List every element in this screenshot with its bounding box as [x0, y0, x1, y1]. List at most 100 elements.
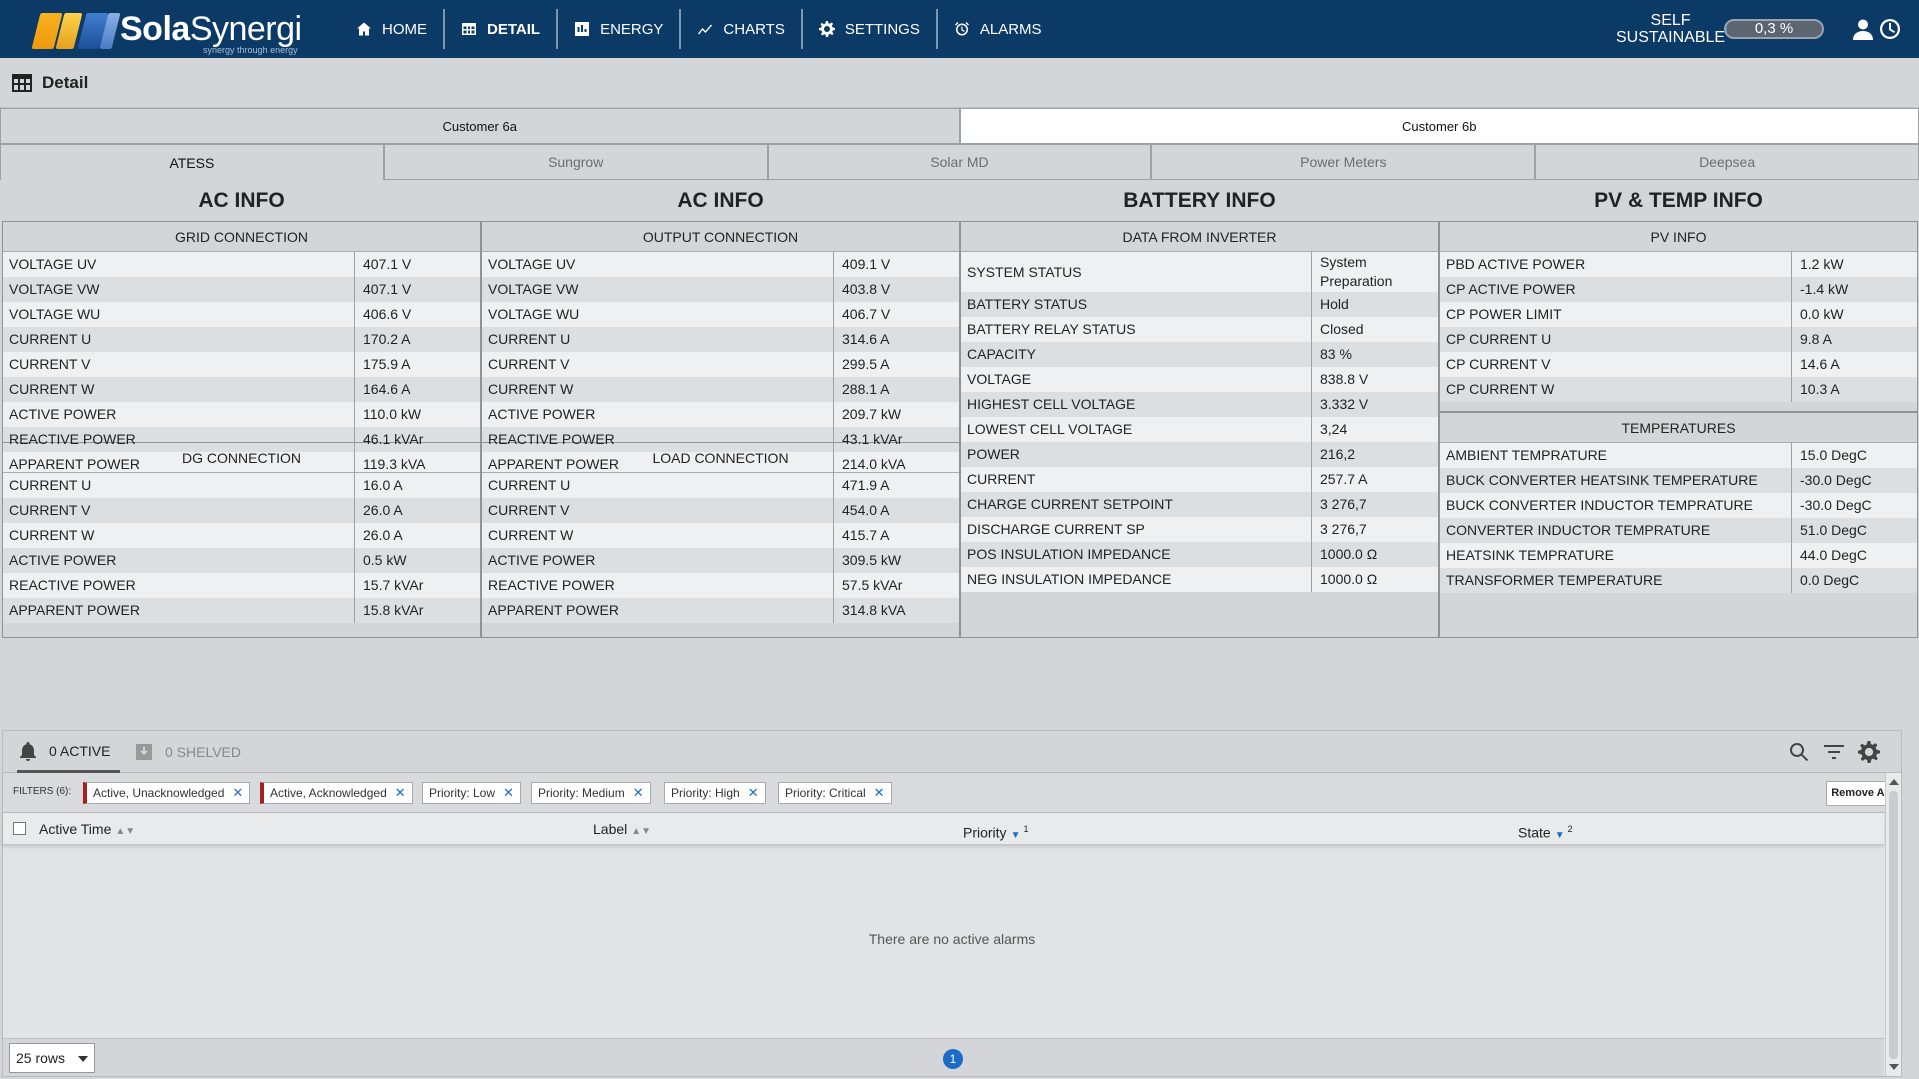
row-label: POS INSULATION IMPEDANCE	[961, 542, 1312, 567]
nav-charts[interactable]: CHARTS	[681, 9, 803, 49]
row-value: 403.8 V	[842, 281, 891, 297]
data-row: HEATSINK TEMPRATURE 44.0 DegC	[1440, 543, 1917, 568]
search-icon[interactable]	[1788, 741, 1810, 763]
nav-alarms[interactable]: ALARMS	[938, 9, 1058, 49]
row-value: 43.1 kVAr	[842, 431, 903, 447]
nav-settings[interactable]: SETTINGS	[803, 9, 938, 49]
row-label: BATTERY RELAY STATUS	[961, 317, 1312, 342]
gear-icon	[818, 21, 835, 37]
row-value: System Preparation	[1320, 254, 1393, 289]
row-value: 16.0 A	[363, 477, 403, 493]
close-icon[interactable]: ✕	[503, 785, 514, 800]
row-value: 471.9 A	[842, 477, 890, 493]
nav-detail-label: DETAIL	[487, 20, 541, 38]
data-row: VOLTAGE 838.8 V	[961, 367, 1438, 392]
filter-chip[interactable]: Priority: Medium ✕	[531, 782, 651, 804]
row-value: 15.8 kVAr	[363, 602, 424, 618]
row-value: 164.6 A	[363, 381, 411, 397]
row-value: -1.4 kW	[1800, 281, 1849, 297]
tab-shelved-alarms[interactable]: 0 SHELVED	[133, 731, 241, 773]
row-value: 0.0 DegC	[1800, 572, 1860, 588]
row-value: 15.0 DegC	[1800, 447, 1867, 463]
row-value: 299.5 A	[842, 356, 890, 372]
row-value: -30.0 DegC	[1800, 497, 1872, 513]
data-row: CP CURRENT W 10.3 A	[1440, 377, 1917, 402]
tab-customer-6b[interactable]: Customer 6b	[959, 108, 1919, 144]
row-value: 10.3 A	[1800, 381, 1840, 397]
logo-tagline: synergy through energy	[203, 45, 298, 55]
filter-chip[interactable]: Priority: High ✕	[664, 782, 766, 804]
column-state[interactable]: State ▼2	[1518, 813, 1573, 845]
row-value: 406.7 V	[842, 306, 891, 322]
sort-descending-icon[interactable]: ▼	[1555, 830, 1565, 841]
data-row: CURRENT W 415.7 A	[482, 523, 959, 548]
row-label: ACTIVE POWER	[482, 402, 834, 427]
filter-icon[interactable]	[1823, 741, 1845, 763]
empty-alarms-message: There are no active alarms	[868, 931, 1036, 947]
page-1-button[interactable]: 1	[943, 1049, 963, 1069]
user-icon[interactable]	[1851, 17, 1875, 41]
tab-active-alarms[interactable]: 0 ACTIVE	[17, 731, 121, 773]
tab-customer-6a[interactable]: Customer 6a	[0, 108, 960, 144]
column-priority[interactable]: Priority ▼1	[963, 813, 1028, 845]
nav-home[interactable]: HOME	[340, 9, 445, 49]
row-label: VOLTAGE UV	[3, 252, 355, 277]
select-all-checkbox[interactable]	[13, 822, 26, 835]
sort-icon[interactable]: ▲▼	[631, 826, 651, 837]
row-label: CP ACTIVE POWER	[1440, 277, 1792, 302]
nav-detail[interactable]: DETAIL	[445, 9, 559, 49]
close-icon[interactable]: ✕	[395, 785, 406, 800]
scrollbar-thumb[interactable]	[1889, 791, 1898, 1059]
data-row: ACTIVE POWER 209.7 kW	[482, 402, 959, 427]
tab-deepsea[interactable]: Deepsea	[1535, 144, 1919, 180]
nav-energy[interactable]: ENERGY	[558, 9, 682, 49]
scrollbar[interactable]	[1885, 773, 1901, 1076]
history-clock-icon[interactable]	[1878, 17, 1902, 41]
data-row: BUCK CONVERTER INDUCTOR TEMPRATURE -30.0 …	[1440, 493, 1917, 518]
filter-chip[interactable]: Active, Acknowledged ✕	[260, 782, 413, 804]
ac-info-column-output: AC INFO OUTPUT CONNECTION VOLTAGE UV 409.…	[481, 180, 960, 680]
data-row: APPARENT POWER 314.8 kVA	[482, 598, 959, 623]
line-chart-icon	[697, 21, 713, 37]
tab-solar-md[interactable]: Solar MD	[767, 144, 1152, 180]
row-label: BUCK CONVERTER HEATSINK TEMPERATURE	[1440, 468, 1792, 493]
tab-power-meters[interactable]: Power Meters	[1151, 144, 1536, 180]
row-label: REACTIVE POWER	[482, 573, 834, 598]
close-icon[interactable]: ✕	[748, 785, 759, 800]
row-label: CP CURRENT V	[1440, 352, 1792, 377]
row-label: APPARENT POWER	[482, 598, 834, 623]
close-icon[interactable]: ✕	[633, 785, 644, 800]
row-label: CHARGE CURRENT SETPOINT	[961, 492, 1312, 517]
data-row: VOLTAGE VW 407.1 V	[3, 277, 480, 302]
self-sustainable-progress: 0,3 %	[1724, 19, 1824, 39]
close-icon[interactable]: ✕	[874, 785, 885, 800]
data-row: DISCHARGE CURRENT SP 3 276,7	[961, 517, 1438, 542]
row-label: ACTIVE POWER	[482, 548, 834, 573]
solasynergi-logo[interactable]: SolaSynergi synergy through energy	[30, 6, 306, 55]
scroll-up-icon[interactable]	[1889, 779, 1899, 785]
tab-atess[interactable]: ATESS	[0, 144, 384, 180]
row-label: REACTIVE POWER	[3, 573, 355, 598]
column-active-time[interactable]: Active Time ▲▼	[39, 813, 135, 845]
sort-icon[interactable]: ▲▼	[115, 826, 135, 837]
data-row: CURRENT 257.7 A	[961, 467, 1438, 492]
row-label: VOLTAGE	[961, 367, 1312, 392]
column-title: BATTERY INFO	[1123, 189, 1276, 212]
close-icon[interactable]: ✕	[232, 785, 243, 800]
sort-descending-icon[interactable]: ▼	[1011, 830, 1021, 841]
row-value: 288.1 A	[842, 381, 890, 397]
rows-per-page-select[interactable]: 25 rows	[9, 1043, 95, 1073]
column-label[interactable]: Label ▲▼	[593, 813, 651, 845]
filter-chip[interactable]: Priority: Critical ✕	[778, 782, 892, 804]
data-row: REACTIVE POWER 15.7 kVAr	[3, 573, 480, 598]
tab-sungrow[interactable]: Sungrow	[383, 144, 768, 180]
filter-chip[interactable]: Active, Unacknowledged ✕	[83, 782, 251, 804]
row-label: CONVERTER INDUCTOR TEMPRATURE	[1440, 518, 1792, 543]
filter-chip[interactable]: Priority: Low ✕	[422, 782, 521, 804]
row-label: HEATSINK TEMPRATURE	[1440, 543, 1792, 568]
scroll-down-icon[interactable]	[1889, 1064, 1899, 1070]
temperatures-rows: AMBIENT TEMPRATURE 15.0 DegC BUCK CONVERTE…	[1440, 443, 1917, 593]
row-label: NEG INSULATION IMPEDANCE	[961, 567, 1312, 592]
data-row: ACTIVE POWER 110.0 kW	[3, 402, 480, 427]
gear-icon[interactable]	[1858, 741, 1880, 763]
